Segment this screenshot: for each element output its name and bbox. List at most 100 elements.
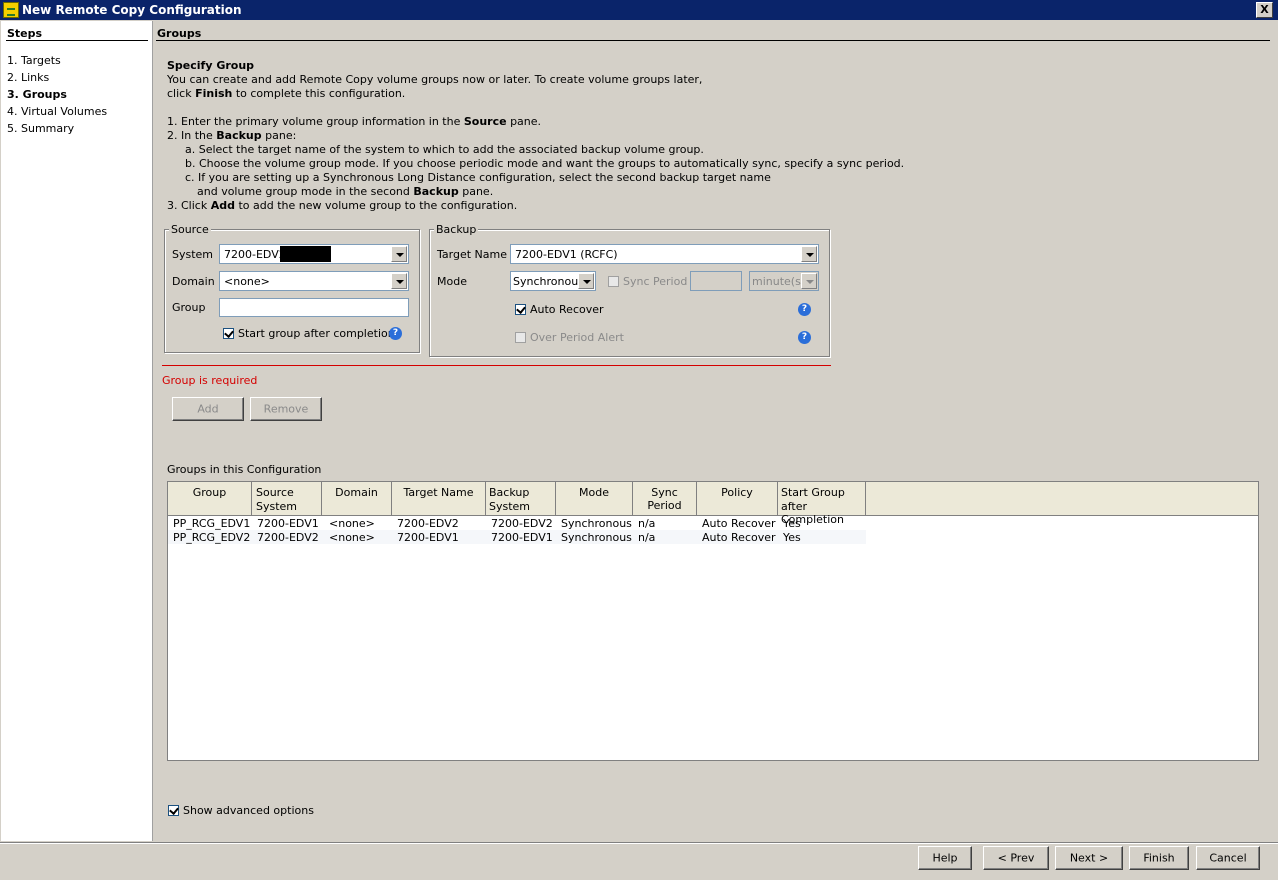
cell-mode: Synchronous [561,531,632,544]
instruction-step1: 1. Enter the primary volume group inform… [167,115,542,128]
backup-legend: Backup [434,223,479,236]
cell-mode: Synchronous [561,517,632,530]
column-header-backup-system[interactable]: Backup System [486,482,556,516]
domain-label: Domain [172,275,215,288]
validation-divider [162,365,831,366]
finish-button-label: Finish [1143,851,1175,865]
group-label: Group [172,301,206,314]
target-name-select[interactable]: 7200-EDV1 (RCFC) [510,244,819,264]
system-select-value: 7200-EDV2 [224,248,286,261]
start-group-checkbox[interactable] [223,328,234,339]
step-targets: 1. Targets [7,54,61,67]
column-header-mode[interactable]: Mode [556,482,633,516]
table-row[interactable]: PP_RCG_EDV2 7200-EDV2 <none> 7200-EDV1 7… [168,530,866,544]
show-advanced-checkbox[interactable] [168,805,179,816]
cell-backup-system: 7200-EDV1 [491,531,553,544]
cancel-button-label: Cancel [1209,851,1247,865]
cell-group: PP_RCG_EDV1 [173,517,251,530]
cell-sync-period: n/a [638,517,656,530]
intro-line1: You can create and add Remote Copy volum… [167,73,703,86]
sync-period-input[interactable] [690,271,742,291]
source-legend: Source [169,223,211,236]
sync-period-label: Sync Period [623,275,688,288]
finish-button[interactable]: Finish [1129,846,1189,870]
steps-panel: Steps 1. Targets 2. Links 3. Groups 4. V… [1,21,153,841]
table-caption: Groups in this Configuration [167,463,322,476]
column-header-sync-period[interactable]: Sync Period [633,482,697,516]
instruction-step3: 3. Click Add to add the new volume group… [167,199,518,212]
column-header-target-name[interactable]: Target Name [392,482,486,516]
mode-label: Mode [437,275,467,288]
help-button[interactable]: Help [918,846,972,870]
sync-period-checkbox[interactable] [608,276,619,287]
step-links: 2. Links [7,71,50,84]
over-period-alert-label: Over Period Alert [530,331,624,344]
footer-divider-highlight [0,843,1278,844]
domain-select-value: <none> [224,275,270,288]
show-advanced-label: Show advanced options [183,804,314,817]
column-header-domain[interactable]: Domain [322,482,392,516]
cell-policy: Auto Recover [702,531,776,544]
over-period-alert-checkbox[interactable] [515,332,526,343]
sync-unit-select[interactable]: minute(s) [749,271,819,291]
cell-backup-system: 7200-EDV2 [491,517,553,530]
mode-select[interactable]: Synchronous [510,271,596,291]
cell-target-name: 7200-EDV2 [397,517,459,530]
step-groups: 3. Groups [7,88,67,101]
next-button[interactable]: Next > [1055,846,1123,870]
instruction-step2c: c. If you are setting up a Synchronous L… [185,171,771,184]
title-bar: New Remote Copy Configuration X [0,0,1278,20]
cell-source-system: 7200-EDV1 [257,517,319,530]
cell-target-name: 7200-EDV1 [397,531,459,544]
cell-start-group: Yes [783,517,801,530]
redaction-block [280,246,331,262]
validation-message: Group is required [162,374,258,387]
step-virtual-volumes: 4. Virtual Volumes [7,105,108,118]
cancel-button[interactable]: Cancel [1196,846,1260,870]
steps-divider [6,40,148,41]
prev-button[interactable]: < Prev [983,846,1049,870]
instruction-step2: 2. In the Backup pane: [167,129,297,142]
groups-table[interactable]: Group Source System Domain Target Name Ba… [167,481,1259,761]
heading-divider [156,40,1270,41]
cell-group: PP_RCG_EDV2 [173,531,251,544]
window-title: New Remote Copy Configuration [22,3,242,17]
cell-start-group: Yes [783,531,801,544]
close-button[interactable]: X [1256,2,1273,18]
remove-button-label: Remove [263,402,309,416]
add-button[interactable]: Add [172,397,244,421]
column-header-policy[interactable]: Policy [697,482,778,516]
start-group-label: Start group after completion [238,327,395,340]
column-header-source-system[interactable]: Source System [252,482,322,516]
help-icon[interactable]: ? [798,303,811,316]
column-header-group[interactable]: Group [168,482,252,516]
add-button-label: Add [197,402,219,416]
chevron-down-icon [801,246,817,262]
target-name-label: Target Name [437,248,507,261]
chevron-down-icon [801,273,817,289]
prev-button-label: < Prev [997,851,1035,865]
instruction-step2a: a. Select the target name of the system … [185,143,704,156]
page-title: Groups [157,27,202,40]
system-label: System [172,248,214,261]
system-select[interactable]: 7200-EDV2 [219,244,409,264]
help-icon[interactable]: ? [798,331,811,344]
column-header-start-group[interactable]: Start Group after Completion [778,482,866,526]
group-input[interactable] [219,298,409,317]
help-icon[interactable]: ? [389,327,402,340]
cell-source-system: 7200-EDV2 [257,531,319,544]
remove-button[interactable]: Remove [250,397,322,421]
chevron-down-icon [578,273,594,289]
intro-title: Specify Group [167,59,255,72]
cell-domain: <none> [329,517,375,530]
cell-domain: <none> [329,531,375,544]
chevron-down-icon [391,273,407,289]
steps-heading: Steps [7,27,43,40]
table-row[interactable]: PP_RCG_EDV1 7200-EDV1 <none> 7200-EDV2 7… [168,516,866,530]
auto-recover-checkbox[interactable] [515,304,526,315]
app-icon [3,2,19,18]
instruction-step2b: b. Choose the volume group mode. If you … [185,157,905,170]
help-button-label: Help [932,851,958,865]
domain-select[interactable]: <none> [219,271,409,291]
target-name-value: 7200-EDV1 (RCFC) [515,248,618,261]
